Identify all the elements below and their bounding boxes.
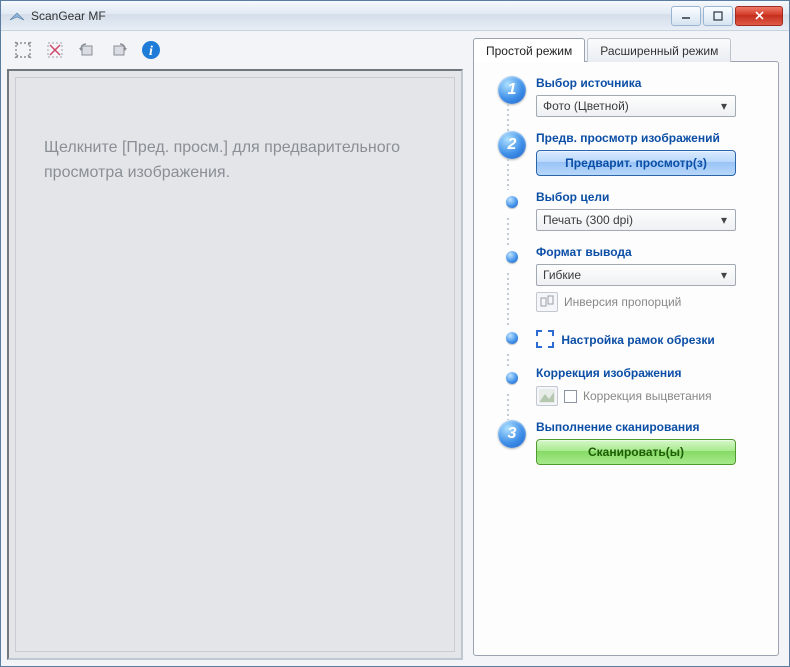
chevron-down-icon: ▾: [717, 213, 731, 227]
scan-button-label: Сканировать(ы): [588, 445, 684, 459]
preview-title: Предв. просмотр изображений: [536, 131, 768, 145]
crop-label: Настройка рамок обрезки: [561, 333, 714, 347]
left-pane: i Щелкните [Пред. просм.] для предварите…: [1, 31, 467, 666]
substep-dot: [506, 251, 518, 263]
substep-dot: [506, 332, 518, 344]
rotate-left-icon[interactable]: [73, 36, 101, 64]
svg-text:i: i: [149, 44, 153, 59]
substep-dot: [506, 372, 518, 384]
fade-correction-checkbox[interactable]: [564, 390, 577, 403]
app-window: ScanGear MF: [0, 0, 790, 667]
output-title: Формат вывода: [536, 245, 768, 259]
output-dropdown[interactable]: Гибкие ▾: [536, 264, 736, 286]
tabs: Простой режим Расширенный режим: [473, 37, 779, 61]
chevron-down-icon: ▾: [717, 268, 731, 282]
step-crop: Настройка рамок обрезки: [494, 326, 768, 352]
toolbar: i: [7, 33, 463, 67]
invert-proportions-label: Инверсия пропорций: [564, 295, 681, 309]
preview-placeholder: Щелкните [Пред. просм.] для предваритель…: [15, 77, 455, 652]
scan-title: Выполнение сканирования: [536, 420, 768, 434]
correction-thumb-icon: [536, 386, 558, 406]
tab-simple[interactable]: Простой режим: [473, 38, 585, 62]
info-icon[interactable]: i: [137, 36, 165, 64]
destination-dropdown[interactable]: Печать (300 dpi) ▾: [536, 209, 736, 231]
crop-frame-icon: [536, 330, 554, 348]
step-destination: Выбор цели Печать (300 dpi) ▾: [494, 190, 768, 231]
invert-proportions-icon[interactable]: [536, 292, 558, 312]
substep-dot: [506, 196, 518, 208]
minimize-button[interactable]: [671, 6, 701, 26]
crop-title[interactable]: Настройка рамок обрезки: [536, 326, 768, 347]
fade-correction-label: Коррекция выцветания: [583, 389, 712, 403]
step-correction: Коррекция изображения Коррекция выцветан…: [494, 366, 768, 406]
preview-message: Щелкните [Пред. просм.] для предваритель…: [44, 139, 400, 181]
destination-selected: Печать (300 dpi): [543, 213, 633, 227]
titlebar: ScanGear MF: [1, 1, 789, 31]
step-preview: 2 Предв. просмотр изображений Предварит.…: [494, 131, 768, 176]
source-dropdown[interactable]: Фото (Цветной) ▾: [536, 95, 736, 117]
rotate-right-icon[interactable]: [105, 36, 133, 64]
output-selected: Гибкие: [543, 268, 581, 282]
destination-title: Выбор цели: [536, 190, 768, 204]
tab-advanced[interactable]: Расширенный режим: [587, 38, 731, 62]
step-number-1: 1: [498, 76, 526, 104]
step-number-2: 2: [498, 131, 526, 159]
step-output: Формат вывода Гибкие ▾ Инверсия пропорци…: [494, 245, 768, 312]
tab-body-simple: 1 Выбор источника Фото (Цветной) ▾: [473, 61, 779, 656]
window-title: ScanGear MF: [31, 9, 106, 23]
step-source: 1 Выбор источника Фото (Цветной) ▾: [494, 76, 768, 117]
autocrop-icon[interactable]: [9, 36, 37, 64]
right-pane: Простой режим Расширенный режим 1 Выбор …: [467, 31, 789, 666]
step-number-3: 3: [498, 420, 526, 448]
window-controls: [671, 6, 785, 26]
step-scan: 3 Выполнение сканирования Сканировать(ы): [494, 420, 768, 465]
close-button[interactable]: [735, 6, 783, 26]
maximize-button[interactable]: [703, 6, 733, 26]
source-title: Выбор источника: [536, 76, 768, 90]
remove-crop-icon[interactable]: [41, 36, 69, 64]
preview-button-label: Предварит. просмотр(з): [565, 156, 707, 170]
preview-button[interactable]: Предварит. просмотр(з): [536, 150, 736, 176]
scan-button[interactable]: Сканировать(ы): [536, 439, 736, 465]
app-icon: [9, 8, 25, 24]
source-selected: Фото (Цветной): [543, 99, 629, 113]
preview-area: Щелкните [Пред. просм.] для предваритель…: [7, 69, 463, 660]
chevron-down-icon: ▾: [717, 99, 731, 113]
correction-title: Коррекция изображения: [536, 366, 768, 380]
